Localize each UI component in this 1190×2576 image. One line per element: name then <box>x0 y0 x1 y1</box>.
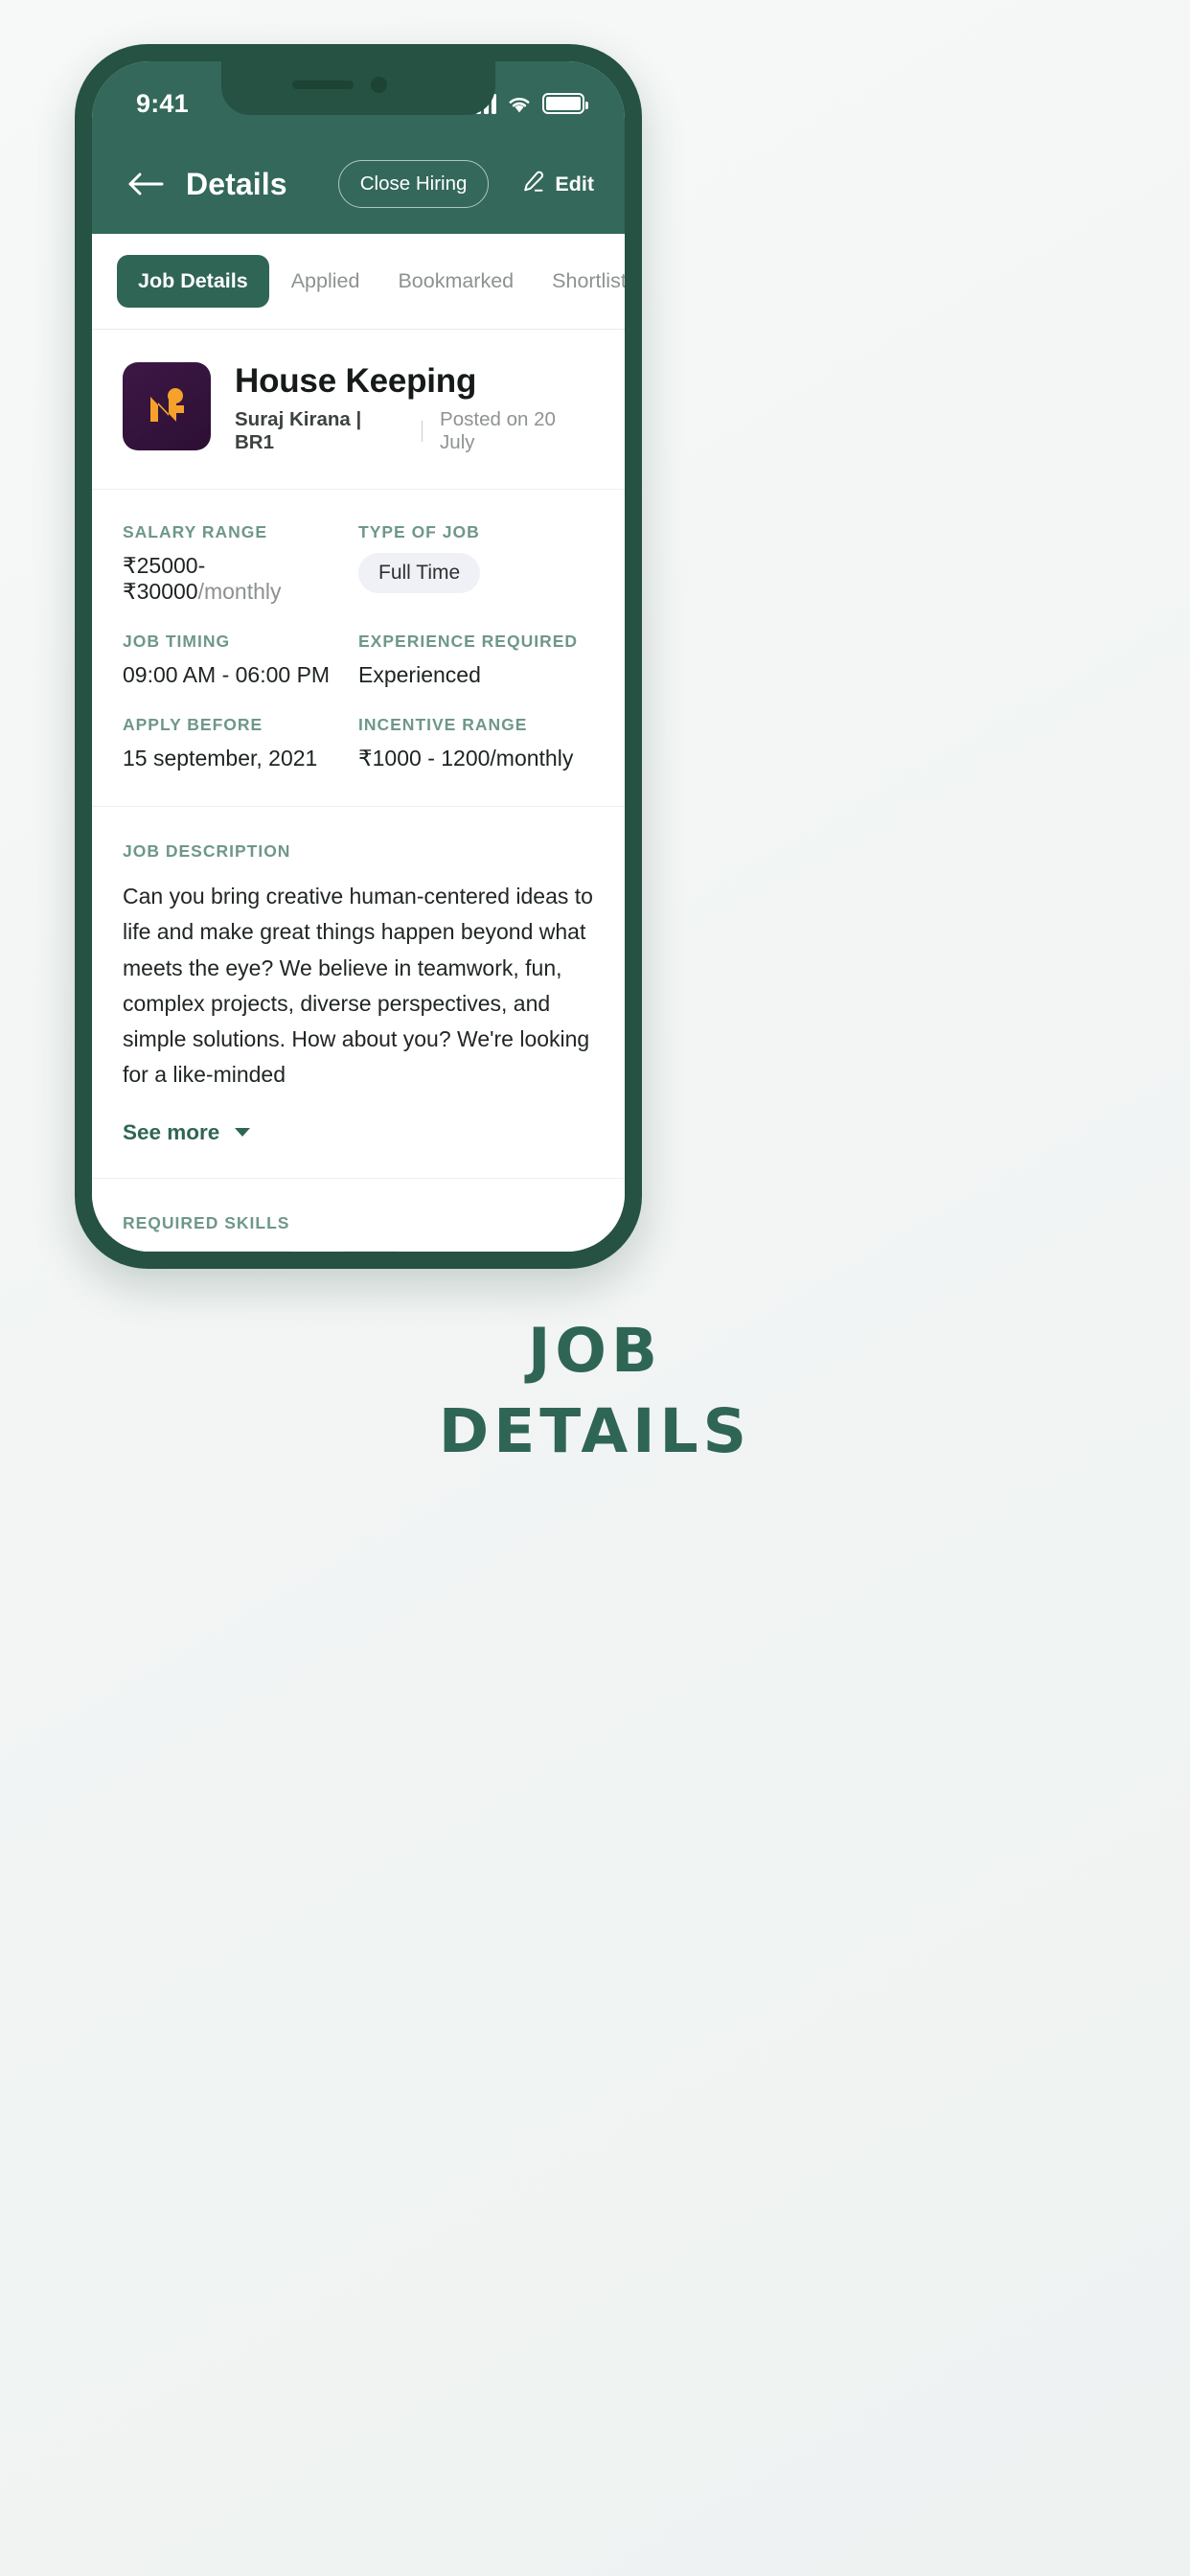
job-description-label: Job Description <box>123 841 291 862</box>
phone-screen: 9:41 Details Close Hiring Edit Job Detai… <box>92 61 625 1252</box>
job-header: House Keeping Suraj Kirana | BR1 Posted … <box>92 330 625 491</box>
salary-value: ₹25000- ₹30000 <box>123 553 206 605</box>
info-cell-salary-range: Salary Range ₹25000- ₹30000/monthly <box>123 522 358 605</box>
tab-bookmarked[interactable]: Bookmarked <box>381 255 530 308</box>
job-details-content: House Keeping Suraj Kirana | BR1 Posted … <box>92 330 625 1252</box>
info-cell-incentive-range: Incentive Range ₹1000 - 1200/monthly <box>358 715 594 771</box>
job-type-chip: Full Time <box>358 553 481 594</box>
info-cell-apply-before: Apply Before 15 september, 2021 <box>123 715 358 771</box>
info-cell-experience-required: Experience Required Experienced <box>358 632 594 688</box>
info-label: Apply Before <box>123 715 263 735</box>
company-logo <box>123 362 211 450</box>
subtitle-divider <box>421 421 423 443</box>
chevron-down-icon <box>235 1128 251 1138</box>
close-hiring-button[interactable]: Close Hiring <box>337 160 490 208</box>
info-label: Job Timing <box>123 632 231 652</box>
job-title: House Keeping <box>235 362 477 400</box>
job-description-section: Job Description Can you bring creative h… <box>92 807 625 1179</box>
phone-frame: 9:41 Details Close Hiring Edit Job Detai… <box>75 44 642 1269</box>
info-value: ₹1000 - 1200/monthly <box>358 746 574 771</box>
page-title: Details <box>186 166 287 201</box>
info-label: Salary Range <box>123 522 268 542</box>
info-label: Experience Required <box>358 632 579 652</box>
required-skills-label: Required Skills <box>123 1212 290 1232</box>
battery-icon <box>542 93 588 114</box>
wifi-icon <box>507 94 532 114</box>
caption-line-1: JOB <box>527 1316 662 1386</box>
nav-bar: Details Close Hiring Edit <box>92 134 625 234</box>
info-value: Experienced <box>358 662 481 688</box>
see-more-label: See more <box>123 1119 220 1144</box>
job-description-text: Can you bring creative human-centered id… <box>123 884 593 1088</box>
tabs-bar: Job Details Applied Bookmarked Shortlist… <box>92 234 625 330</box>
info-cell-type-of-job: Type of Job Full Time <box>358 522 594 605</box>
job-info-grid: Salary Range ₹25000- ₹30000/monthly Type… <box>92 490 625 808</box>
pencil-icon <box>521 170 546 199</box>
salary-suffix: /monthly <box>197 579 282 605</box>
skill-chip: House Keeping <box>123 1250 310 1252</box>
info-label: Incentive Range <box>358 715 528 735</box>
required-skills-section: Required Skills House Keeping Maid Comme… <box>92 1179 625 1252</box>
notch <box>221 61 495 115</box>
job-subtitle: Suraj Kirana | BR1 Posted on 20 July <box>235 408 594 454</box>
caption-line-2: DETAILS <box>438 1395 752 1466</box>
company-name: Suraj Kirana | BR1 <box>235 408 362 454</box>
info-value: 15 september, 2021 <box>123 746 318 771</box>
job-header-text: House Keeping Suraj Kirana | BR1 Posted … <box>235 362 594 454</box>
back-button[interactable] <box>121 158 172 210</box>
info-value: 09:00 AM - 06:00 PM <box>123 662 331 688</box>
info-label: Type of Job <box>358 522 480 542</box>
edit-button[interactable]: Edit <box>521 170 594 199</box>
tab-shortlisted[interactable]: Shortlisted <box>536 255 625 308</box>
status-bar: 9:41 <box>92 61 625 134</box>
edit-label: Edit <box>555 172 594 196</box>
tab-applied[interactable]: Applied <box>275 255 377 308</box>
status-time: 9:41 <box>136 88 189 118</box>
info-value: ₹25000- ₹30000/monthly <box>123 553 358 605</box>
skill-chip: Maid <box>325 1250 416 1252</box>
skill-chip-list: House Keeping Maid <box>123 1250 594 1252</box>
posted-date: Posted on 20 July <box>440 408 556 454</box>
see-more-button[interactable]: See more <box>123 1120 594 1145</box>
caption: JOB DETAILS <box>0 1311 1190 1472</box>
tab-job-details[interactable]: Job Details <box>117 255 269 308</box>
info-cell-job-timing: Job Timing 09:00 AM - 06:00 PM <box>123 632 358 688</box>
